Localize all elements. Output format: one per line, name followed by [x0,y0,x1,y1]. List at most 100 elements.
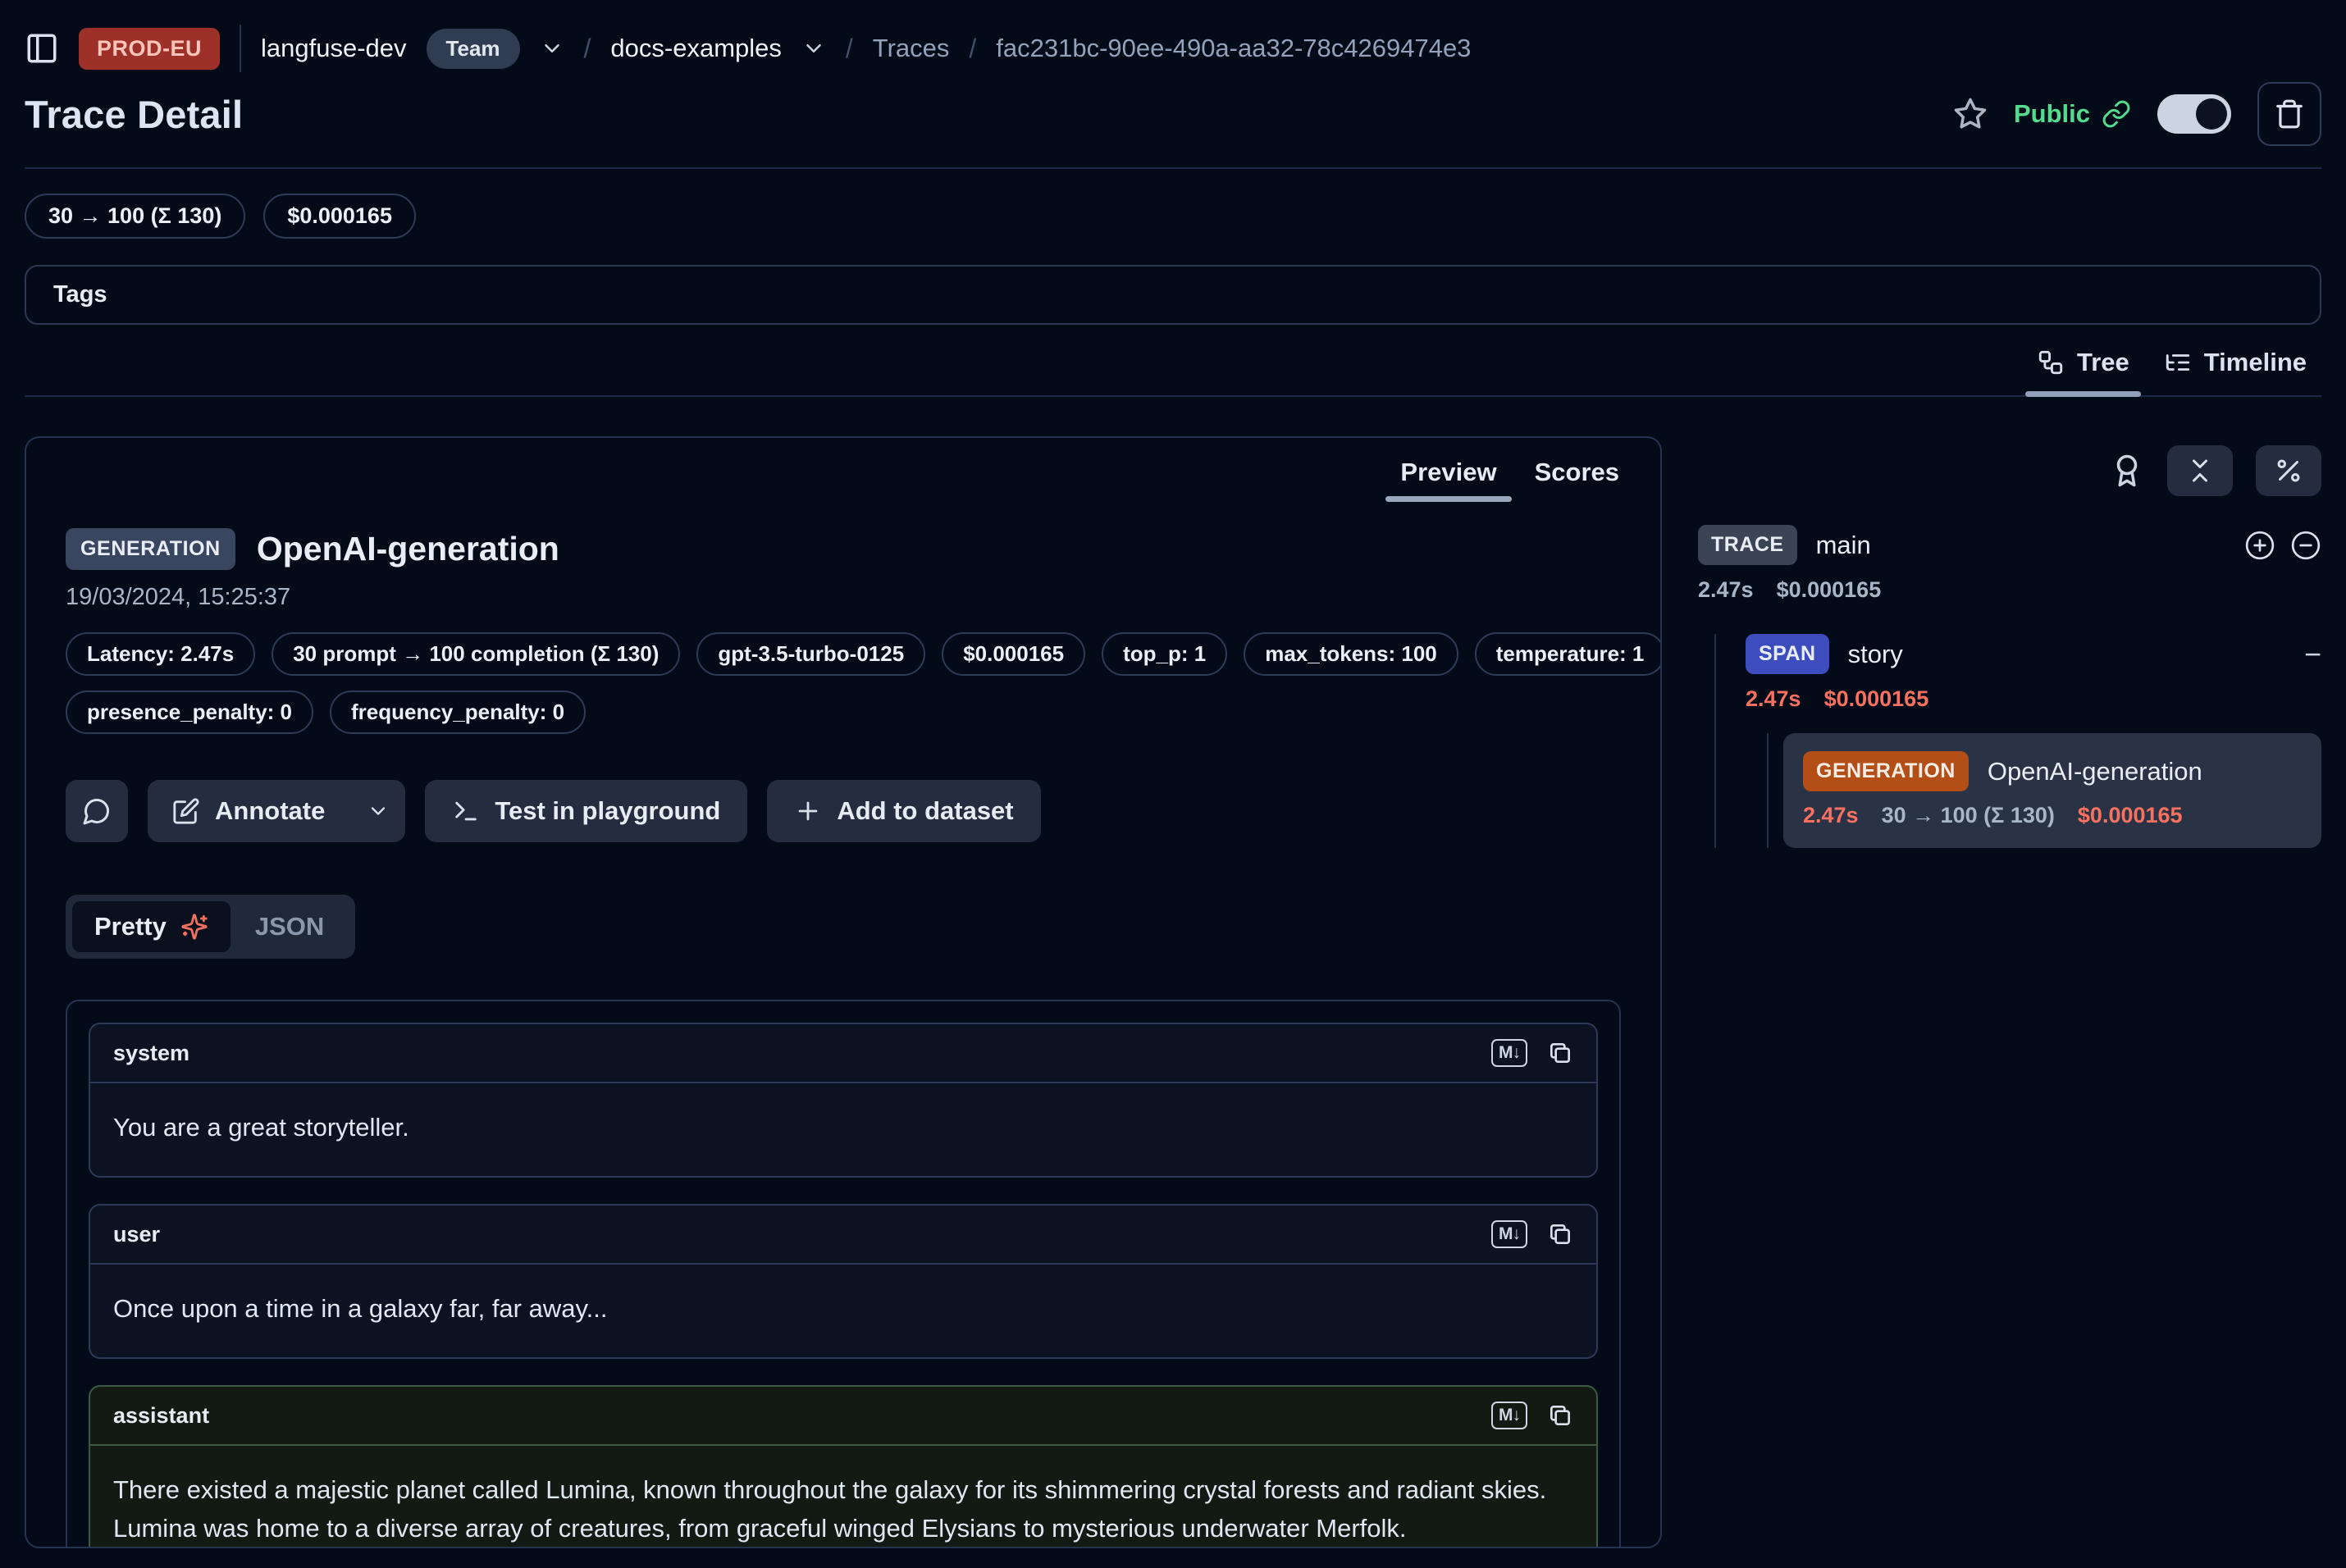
observation-badges-row-1: Latency: 2.47s 30 prompt → 100 completio… [66,632,1621,676]
span-cost: $0.000165 [1824,686,1929,712]
collapse-node-icon[interactable]: − [2304,640,2321,669]
pretty-label: Pretty [94,912,167,941]
message-role: user [113,1222,160,1247]
view-tabs: Tree Timeline [25,338,2321,397]
chevron-down-icon[interactable] [540,36,564,61]
tree-children-level-2: GENERATION OpenAI-generation 2.47s 30 → … [1767,733,2321,848]
message-content: Once upon a time in a galaxy far, far aw… [90,1265,1596,1357]
tab-timeline[interactable]: Timeline [2152,338,2318,395]
annotate-split-button[interactable]: Annotate [148,780,405,842]
test-in-playground-button[interactable]: Test in playground [425,780,747,842]
annotate-button[interactable]: Annotate [148,796,349,826]
public-label: Public [2014,99,2090,129]
metrics-percent-button[interactable] [2256,445,2321,496]
star-icon[interactable] [1953,97,1988,131]
link-icon[interactable] [2102,99,2131,129]
header-actions: Public [1953,82,2321,146]
message-role: system [113,1041,189,1066]
tab-timeline-label: Timeline [2204,348,2307,377]
tab-preview[interactable]: Preview [1385,438,1511,507]
span-node-row: SPAN story − [1746,634,2321,674]
tree-icon [2037,349,2065,376]
message-content: There existed a majestic planet called L… [90,1446,1596,1548]
breadcrumb-project[interactable]: docs-examples [610,34,781,63]
award-scores-icon[interactable] [2110,454,2144,488]
trace-cost: $0.000165 [1777,577,1882,603]
trace-node-label: TRACE main [1698,525,1871,565]
main-content: Preview Scores GENERATION OpenAI-generat… [25,436,2321,1548]
generation-type-badge: GENERATION [1803,751,1969,791]
top-p-badge: top_p: 1 [1102,632,1227,676]
markdown-toggle-icon[interactable]: M↓ [1491,1402,1527,1429]
environment-badge[interactable]: PROD-EU [79,28,220,70]
edit-pen-icon [172,797,200,825]
message-actions: M↓ [1491,1402,1573,1429]
test-in-playground-label: Test in playground [495,796,720,826]
cost-badge: $0.000165 [263,194,416,239]
comment-icon [82,796,112,826]
format-json-segment[interactable]: JSON [230,901,349,952]
tags-container[interactable]: Tags [25,265,2321,325]
copy-icon[interactable] [1547,1402,1573,1429]
breadcrumb-divider [240,25,241,72]
add-to-dataset-button[interactable]: Add to dataset [767,780,1040,842]
breadcrumb-separator: / [584,34,591,64]
breadcrumb-separator: / [846,34,853,64]
tab-scores[interactable]: Scores [1520,438,1634,507]
temperature-badge: temperature: 1 [1475,632,1662,676]
message-actions: M↓ [1491,1220,1573,1248]
breadcrumb-separator: / [969,34,976,64]
copy-icon[interactable] [1547,1040,1573,1066]
annotate-dropdown[interactable] [351,800,405,823]
span-metrics: 2.47s $0.000165 [1746,686,2321,712]
collapse-all-button[interactable] [2167,445,2233,496]
expand-all-icon[interactable] [2244,530,2275,561]
observation-badges-row-2: presence_penalty: 0 frequency_penalty: 0 [66,691,1621,734]
observation-timestamp: 19/03/2024, 15:25:37 [66,584,1621,611]
breadcrumb-trace-id: fac231bc-90ee-490a-aa32-78c4269474e3 [996,34,1471,63]
generation-name: OpenAI-generation [1988,757,2202,786]
model-badge: gpt-3.5-turbo-0125 [696,632,925,676]
tab-tree-label: Tree [2077,348,2129,377]
sparkles-icon [180,913,208,941]
generation-usage: 30 → 100 (Σ 130) [1882,803,2055,828]
format-pretty-segment[interactable]: Pretty [72,901,230,952]
tree-node-span[interactable]: SPAN story − 2.47s $0.000165 [1746,634,2321,848]
sidebar-toggle-icon[interactable] [25,31,59,66]
chevrons-collapse-icon [2185,456,2215,485]
breadcrumb-section-traces[interactable]: Traces [873,34,950,63]
message-content: You are a great storyteller. [90,1083,1596,1176]
terminal-icon [452,797,480,825]
delete-trace-button[interactable] [2257,82,2321,146]
presence-penalty-badge: presence_penalty: 0 [66,691,313,734]
copy-icon[interactable] [1547,1221,1573,1247]
observation-name: OpenAI-generation [257,530,559,568]
message-actions: M↓ [1491,1039,1573,1067]
message-role: assistant [113,1403,209,1429]
collapse-all-icon[interactable] [2290,530,2321,561]
breadcrumb-organization[interactable]: langfuse-dev [261,34,407,63]
chevron-down-icon[interactable] [801,36,826,61]
markdown-toggle-icon[interactable]: M↓ [1491,1220,1527,1248]
page-title: Trace Detail [25,92,243,137]
public-status: Public [2014,99,2131,129]
generation-node-label: GENERATION OpenAI-generation [1803,751,2202,791]
markdown-toggle-icon[interactable]: M↓ [1491,1039,1527,1067]
tab-tree[interactable]: Tree [2025,338,2141,395]
tree-children-level-1: SPAN story − 2.47s $0.000165 [1714,634,2321,848]
format-toggle: Pretty JSON [66,895,355,959]
generation-cost: $0.000165 [2078,803,2183,828]
tree-node-trace[interactable]: TRACE main 2.47s $0.000165 [1698,525,2321,848]
observation-actions: Annotate Test in playgroun [66,780,1621,842]
usage-badge: 30 → 100 (Σ 130) [25,194,245,239]
page-header: Trace Detail Public [25,82,2321,169]
trace-type-badge: TRACE [1698,525,1797,565]
chevron-down-icon [367,800,390,823]
message-paragraph: Once upon a time in a galaxy far, far aw… [113,1289,1573,1328]
public-toggle[interactable] [2157,94,2231,134]
frequency-penalty-badge: frequency_penalty: 0 [330,691,586,734]
max-tokens-badge: max_tokens: 100 [1244,632,1458,676]
tree-node-generation-selected[interactable]: GENERATION OpenAI-generation 2.47s 30 → … [1783,733,2321,848]
comment-button[interactable] [66,780,128,842]
annotate-label: Annotate [215,796,325,826]
